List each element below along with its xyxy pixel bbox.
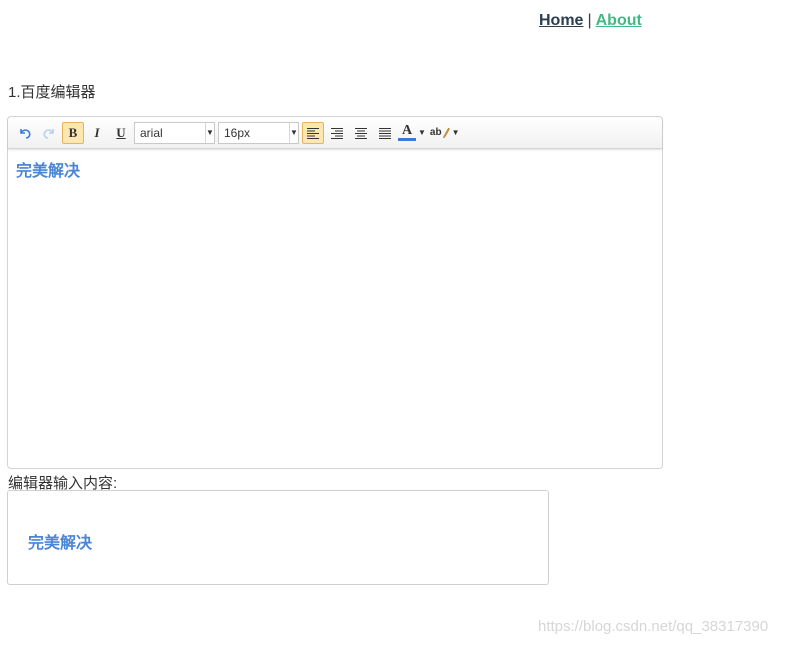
- chevron-down-icon: ▼: [451, 128, 460, 137]
- align-left-icon: [307, 127, 319, 139]
- highlight-color-button[interactable]: ab ▼: [430, 122, 460, 144]
- align-center-button[interactable]: [350, 122, 372, 144]
- editor-content-area[interactable]: 完美解决: [8, 149, 662, 189]
- section-title: 1.百度编辑器: [8, 84, 96, 101]
- align-left-button[interactable]: [302, 121, 324, 144]
- italic-button[interactable]: I: [86, 122, 108, 144]
- font-color-swatch: [398, 138, 416, 141]
- highlight-icon: ab: [430, 127, 450, 139]
- font-color-button[interactable]: A ▼: [398, 122, 426, 144]
- nav-home-link[interactable]: Home: [539, 12, 583, 29]
- align-justify-button[interactable]: [374, 122, 396, 144]
- align-right-button[interactable]: [326, 122, 348, 144]
- bold-button[interactable]: B: [62, 121, 84, 144]
- rich-text-editor: B I U arial ▼ 16px ▼ A ▼ ab ▼ 完美解决: [7, 116, 663, 469]
- align-justify-icon: [379, 127, 391, 139]
- align-center-icon: [355, 127, 367, 139]
- undo-icon: [20, 128, 31, 139]
- font-size-value: 16px: [224, 125, 251, 140]
- nav-separator: |: [587, 12, 592, 29]
- chevron-down-icon: ▼: [205, 122, 214, 143]
- chevron-down-icon: ▼: [289, 122, 298, 143]
- align-right-icon: [331, 127, 343, 139]
- output-preview-text: 完美解决: [28, 535, 93, 552]
- top-nav: Home | About: [539, 12, 642, 30]
- output-preview-box: 完美解决: [7, 490, 549, 585]
- nav-about-link[interactable]: About: [596, 12, 642, 29]
- chevron-down-icon: ▼: [418, 128, 426, 137]
- pencil-icon: [442, 127, 450, 139]
- font-family-select[interactable]: arial ▼: [134, 121, 215, 144]
- font-color-icon: A: [398, 124, 416, 141]
- font-color-letter: A: [401, 123, 413, 138]
- redo-icon: [43, 128, 54, 139]
- undo-button[interactable]: [14, 122, 36, 144]
- editor-content-text: 完美解决: [16, 163, 81, 180]
- editor-toolbar: B I U arial ▼ 16px ▼ A ▼ ab ▼: [8, 117, 662, 149]
- font-family-value: arial: [140, 125, 163, 140]
- watermark: https://blog.csdn.net/qq_38317390: [538, 618, 769, 635]
- highlight-letters: ab: [429, 127, 442, 138]
- redo-button[interactable]: [38, 122, 60, 144]
- font-size-select[interactable]: 16px ▼: [218, 121, 299, 144]
- underline-button[interactable]: U: [110, 122, 132, 144]
